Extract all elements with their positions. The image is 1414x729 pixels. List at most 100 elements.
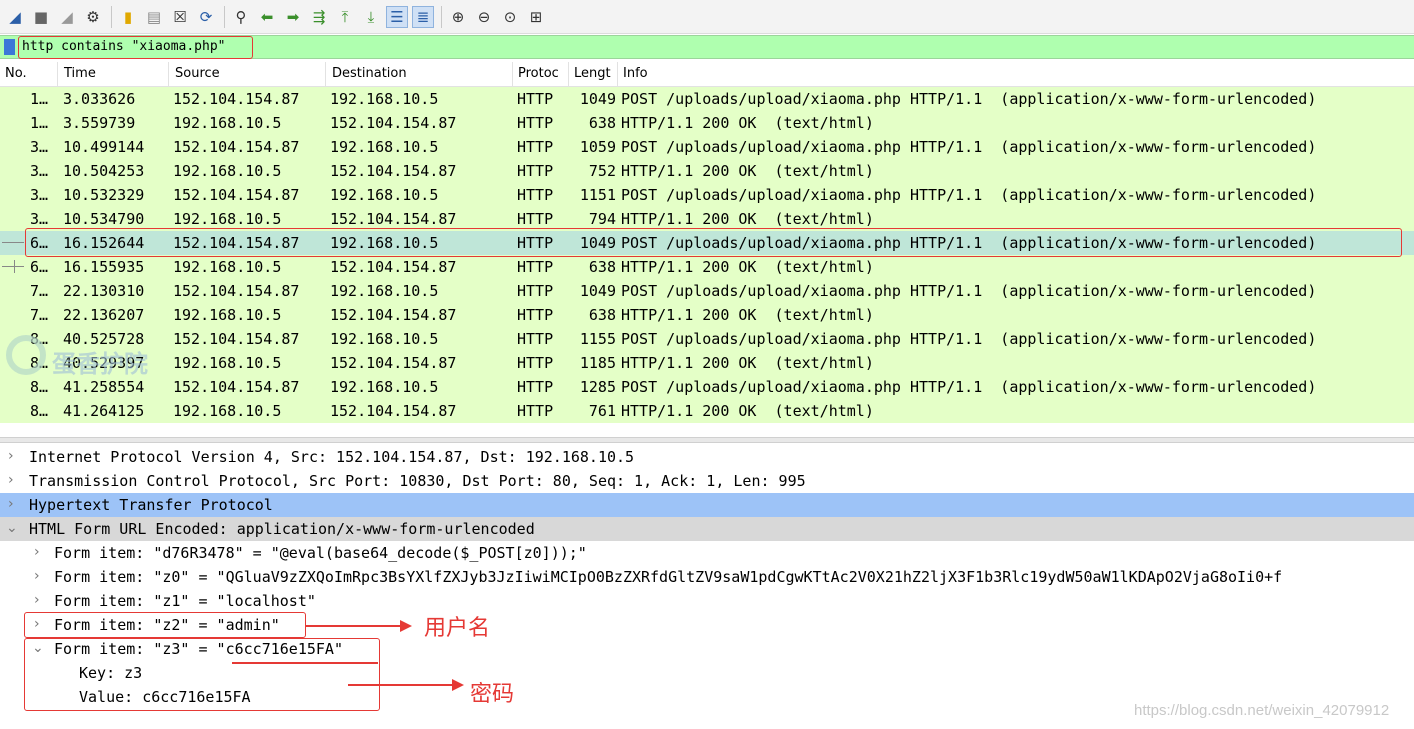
packet-row[interactable]: 3… 10.499144 152.104.154.87 192.168.10.5 HTT… <box>0 135 1414 159</box>
response-marker-icon <box>2 260 24 273</box>
filter-highlight-box <box>18 36 253 59</box>
username-arrow <box>306 620 412 632</box>
packet-cell-time: 16.155935 <box>63 258 145 276</box>
packet-row[interactable]: 7… 22.130310 152.104.154.87 192.168.10.5 HTT… <box>0 279 1414 303</box>
zoom-in-icon[interactable]: ⊕ <box>447 6 469 28</box>
stop-square-icon[interactable]: ■ <box>30 6 52 28</box>
packet-cell-info: POST /uploads/upload/xiaoma.php HTTP/1.1… <box>621 330 1317 348</box>
username-annotation: 用户名 <box>424 616 491 641</box>
tree-item-tcp[interactable]: › Transmission Control Protocol, Src Port… <box>0 469 1414 493</box>
zoom-out-icon[interactable]: ⊖ <box>473 6 495 28</box>
bookmark-icon[interactable] <box>4 39 15 55</box>
search-icon[interactable]: ⚲ <box>230 6 252 28</box>
chevron-right-icon[interactable]: › <box>8 448 14 464</box>
column-header-destination[interactable]: Destination <box>332 66 407 81</box>
packet-cell-src: 152.104.154.87 <box>173 330 300 348</box>
packet-cell-len: 1059 <box>579 138 616 156</box>
packet-cell-time: 10.534790 <box>63 210 145 228</box>
autoscroll-icon[interactable]: ☰ <box>386 5 408 28</box>
packet-cell-len: 761 <box>588 402 616 420</box>
gear-options-icon[interactable]: ⚙ <box>82 6 104 28</box>
packet-row[interactable]: 8… 41.258554 152.104.154.87 192.168.10.5 HTT… <box>0 375 1414 399</box>
column-header-info[interactable]: Info <box>623 66 648 81</box>
packet-cell-proto: HTTP <box>517 354 554 372</box>
chevron-right-icon[interactable]: › <box>34 568 40 584</box>
packet-row[interactable]: 7… 22.136207 192.168.10.5 152.104.154.87 HTT… <box>0 303 1414 327</box>
packet-row[interactable]: 8… 40.529397 192.168.10.5 152.104.154.87 HTT… <box>0 351 1414 375</box>
reload-icon[interactable]: ⟳ <box>195 6 217 28</box>
packet-row[interactable]: 3… 10.532329 152.104.154.87 192.168.10.5 HTT… <box>0 183 1414 207</box>
packet-cell-src: 152.104.154.87 <box>173 378 300 396</box>
packet-row[interactable]: 3… 10.504253 192.168.10.5 152.104.154.87 HTT… <box>0 159 1414 183</box>
back-arrow-icon[interactable]: ⬅ <box>256 6 278 28</box>
packet-cell-proto: HTTP <box>517 402 554 420</box>
password-annotation: 密码 <box>470 682 515 707</box>
column-header-length[interactable]: Lengt <box>574 66 611 81</box>
packet-cell-dst: 152.104.154.87 <box>330 162 457 180</box>
packet-row[interactable]: 1… 3.033626 152.104.154.87 192.168.10.5 HTTP… <box>0 87 1414 111</box>
packet-cell-no: 6… <box>30 258 49 276</box>
packet-cell-info: POST /uploads/upload/xiaoma.php HTTP/1.1… <box>621 282 1317 300</box>
chevron-right-icon[interactable]: › <box>34 592 40 608</box>
tree-item-form[interactable]: ⌄ HTML Form URL Encoded: application/x-ww… <box>0 517 1414 541</box>
packet-cell-len: 1185 <box>579 354 616 372</box>
packet-cell-dst: 152.104.154.87 <box>330 114 457 132</box>
packet-cell-len: 638 <box>588 258 616 276</box>
packet-cell-proto: HTTP <box>517 330 554 348</box>
first-packet-icon[interactable]: ⤒ <box>334 6 356 28</box>
tree-item-form-item[interactable]: › Form item: "d76R3478" = "@eval(base64_d… <box>0 541 1414 565</box>
packet-cell-src: 152.104.154.87 <box>173 186 300 204</box>
chevron-down-icon[interactable]: ⌄ <box>6 520 18 536</box>
zoom-normal-icon[interactable]: ⊙ <box>499 6 521 28</box>
packet-row[interactable]: 6… 16.155935 192.168.10.5 152.104.154.87 HTT… <box>0 255 1414 279</box>
forward-arrow-icon[interactable]: ➡ <box>282 6 304 28</box>
packet-cell-dst: 152.104.154.87 <box>330 354 457 372</box>
packet-cell-src: 192.168.10.5 <box>173 354 282 372</box>
packet-cell-no: 8… <box>30 378 49 396</box>
packet-cell-dst: 152.104.154.87 <box>330 210 457 228</box>
packet-cell-src: 192.168.10.5 <box>173 306 282 324</box>
packet-cell-proto: HTTP <box>517 114 554 132</box>
chevron-right-icon[interactable]: › <box>8 472 14 488</box>
column-header-no[interactable]: No. <box>5 66 27 81</box>
last-packet-icon[interactable]: ⤓ <box>360 6 382 28</box>
packet-cell-info: HTTP/1.1 200 OK (text/html) <box>621 354 874 372</box>
pane-splitter[interactable] <box>0 437 1414 443</box>
packet-row[interactable]: 8… 41.264125 192.168.10.5 152.104.154.87 HTT… <box>0 399 1414 423</box>
packet-cell-no: 7… <box>30 282 49 300</box>
packet-cell-info: POST /uploads/upload/xiaoma.php HTTP/1.1… <box>621 90 1317 108</box>
packet-cell-len: 752 <box>588 162 616 180</box>
packet-cell-info: HTTP/1.1 200 OK (text/html) <box>621 210 874 228</box>
chevron-right-icon[interactable]: › <box>34 544 40 560</box>
shark-fin-start-icon[interactable]: ◢ <box>4 6 26 28</box>
packet-cell-info: HTTP/1.1 200 OK (text/html) <box>621 162 874 180</box>
packet-cell-dst: 152.104.154.87 <box>330 402 457 420</box>
chevron-right-icon[interactable]: › <box>8 496 14 512</box>
packet-cell-len: 1155 <box>579 330 616 348</box>
tree-item-form-item[interactable]: › Form item: "z1" = "localhost" <box>0 589 1414 613</box>
packet-cell-dst: 152.104.154.87 <box>330 306 457 324</box>
open-folder-icon[interactable]: ▮ <box>117 6 139 28</box>
request-marker-icon <box>2 242 24 243</box>
watermark-url: https://blog.csdn.net/weixin_42079912 <box>1134 702 1390 719</box>
close-file-icon[interactable]: ☒ <box>169 6 191 28</box>
packet-cell-info: POST /uploads/upload/xiaoma.php HTTP/1.1… <box>621 378 1317 396</box>
packet-row[interactable]: 1… 3.559739 192.168.10.5 152.104.154.87 HTTP… <box>0 111 1414 135</box>
password-underline <box>232 662 378 664</box>
column-header-source[interactable]: Source <box>175 66 220 81</box>
tree-item-form-item[interactable]: › Form item: "z0" = "QGluaV9zZXQoImRpc3Bs… <box>0 565 1414 589</box>
tree-item-http[interactable]: › Hypertext Transfer Protocol <box>0 493 1414 517</box>
packet-cell-src: 152.104.154.87 <box>173 138 300 156</box>
packet-cell-src: 192.168.10.5 <box>173 162 282 180</box>
resize-columns-icon[interactable]: ⊞ <box>525 6 547 28</box>
file-icon[interactable]: ▤ <box>143 6 165 28</box>
goto-packet-icon[interactable]: ⇶ <box>308 6 330 28</box>
column-header-protocol[interactable]: Protoc <box>518 66 559 81</box>
packet-cell-proto: HTTP <box>517 90 554 108</box>
restart-fin-icon[interactable]: ◢ <box>56 6 78 28</box>
packet-row[interactable]: 8… 40.525728 152.104.154.87 192.168.10.5 HTT… <box>0 327 1414 351</box>
packet-cell-proto: HTTP <box>517 138 554 156</box>
tree-item-ip[interactable]: › Internet Protocol Version 4, Src: 152.1… <box>0 445 1414 469</box>
column-header-time[interactable]: Time <box>64 66 96 81</box>
colorize-icon[interactable]: ≣ <box>412 5 434 28</box>
